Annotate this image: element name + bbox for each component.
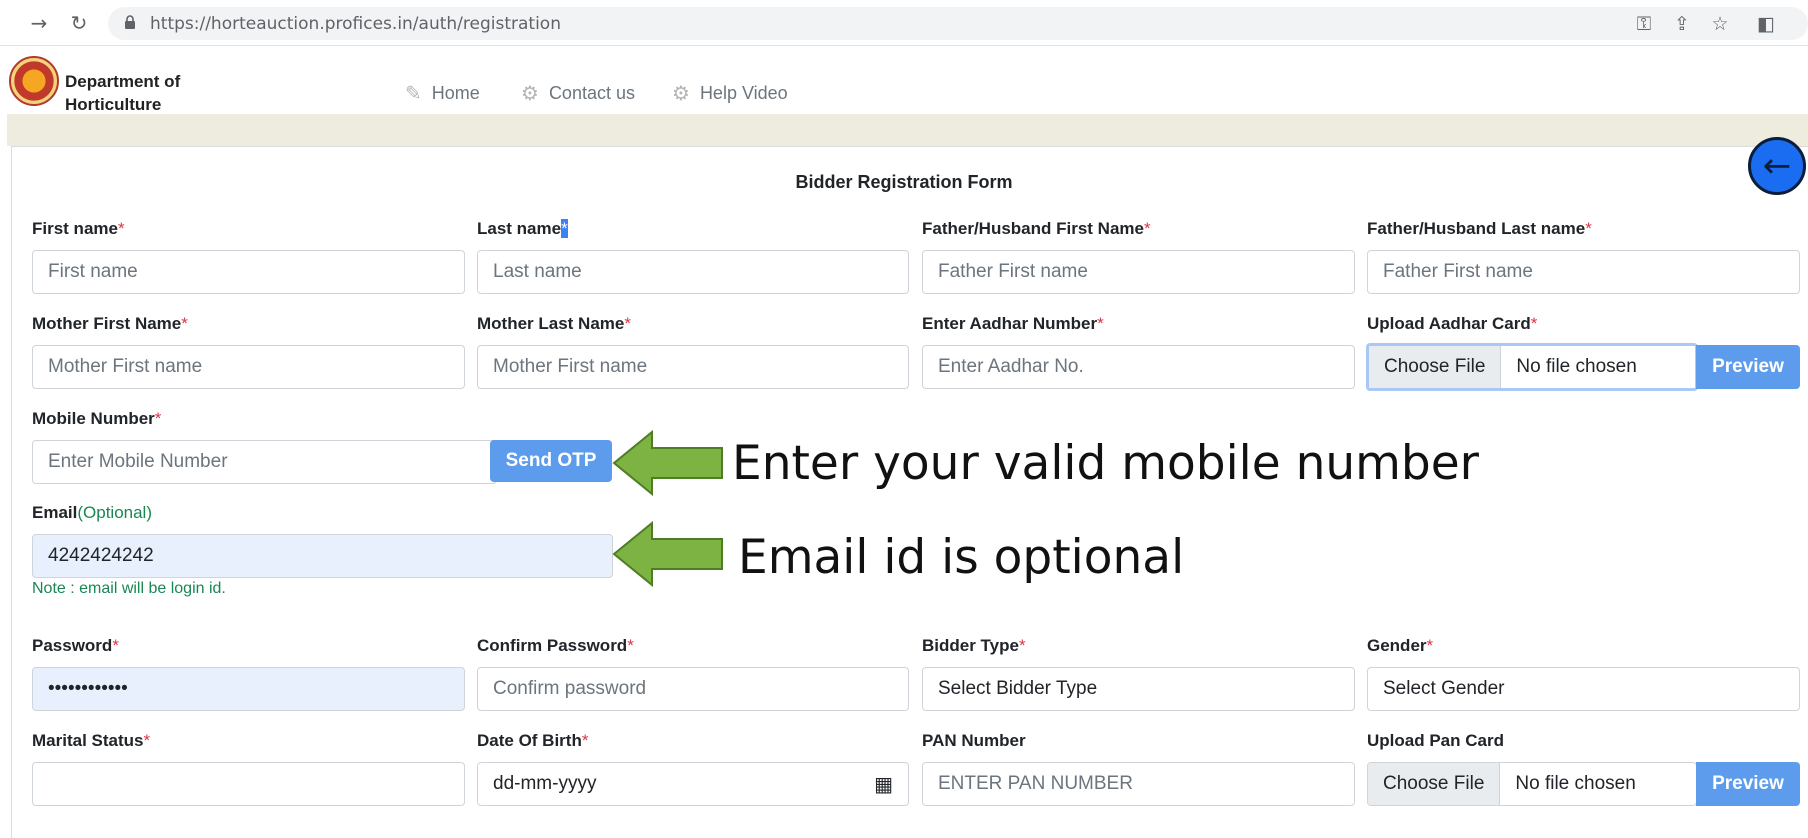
last-name-label: Last name* — [477, 219, 568, 238]
confirm-password-input[interactable]: Confirm password — [477, 667, 909, 711]
site-header: Department of Horticulture ✎ Home ⚙ Cont… — [7, 46, 1808, 114]
key-icon[interactable]: ⚿ — [1632, 12, 1656, 36]
address-bar[interactable]: https://horteauction.profices.in/auth/re… — [108, 7, 1808, 40]
first-name-label: First name* — [32, 219, 125, 238]
bidder-type-select[interactable]: Select Bidder Type — [922, 667, 1355, 711]
back-button[interactable]: ← — [1748, 137, 1806, 195]
star-icon[interactable]: ☆ — [1708, 12, 1732, 36]
mother-first-input[interactable]: Mother First name — [32, 345, 465, 389]
father-first-label: Father/Husband First Name* — [922, 219, 1151, 238]
father-last-label: Father/Husband Last name* — [1367, 219, 1592, 238]
email-hint-annotation: Email id is optional — [738, 530, 1185, 585]
aadhar-number-label: Enter Aadhar Number* — [922, 314, 1104, 333]
url-text[interactable]: https://horteauction.profices.in/auth/re… — [150, 14, 561, 34]
dob-input[interactable]: dd-mm-yyyy ▦ — [477, 762, 909, 806]
send-otp-button[interactable]: Send OTP — [490, 440, 612, 482]
gear-icon: ⚙ — [521, 81, 539, 105]
form-title: Bidder Registration Form — [795, 172, 1013, 192]
sidebar-icon[interactable]: ◧ — [1754, 12, 1778, 36]
share-icon[interactable]: ⇪ — [1670, 12, 1694, 36]
mother-last-label: Mother Last Name* — [477, 314, 631, 333]
pan-preview-button[interactable]: Preview — [1696, 762, 1800, 806]
header-band — [7, 114, 1808, 146]
aadhar-choose-file-button[interactable]: Choose File — [1369, 346, 1502, 388]
nav-help-label: Help Video — [699, 82, 788, 103]
department-logo — [9, 56, 59, 106]
aadhar-file-input[interactable]: Choose File No file chosen — [1366, 343, 1698, 391]
pan-number-input[interactable]: ENTER PAN NUMBER — [922, 762, 1355, 806]
father-first-input[interactable]: Father First name — [922, 250, 1355, 294]
aadhar-preview-button[interactable]: Preview — [1696, 345, 1800, 389]
reload-icon[interactable]: ↻ — [66, 10, 92, 36]
pan-file-input[interactable]: Choose File No file chosen — [1367, 762, 1697, 806]
last-name-input[interactable]: Last name — [477, 250, 909, 294]
lock-icon — [125, 15, 135, 29]
forward-arrow-icon[interactable]: → — [26, 10, 52, 36]
confirm-password-label: Confirm Password* — [477, 636, 634, 655]
arrow-left-icon — [612, 521, 723, 587]
mobile-hint-annotation: Enter your valid mobile number — [732, 436, 1479, 491]
pan-number-label: PAN Number — [922, 731, 1026, 750]
mobile-input[interactable]: Enter Mobile Number — [32, 440, 497, 484]
browser-toolbar: → ↻ https://horteauction.profices.in/aut… — [0, 0, 1808, 46]
aadhar-file-status: No file chosen — [1516, 356, 1637, 377]
nav-contact-label: Contact us — [548, 82, 635, 103]
brand-name: Department of Horticulture — [65, 72, 181, 114]
nav-home[interactable]: ✎ Home — [405, 81, 480, 105]
bidder-type-label: Bidder Type* — [922, 636, 1026, 655]
email-note: Note : email will be login id. — [32, 580, 226, 597]
dob-label: Date Of Birth* — [477, 731, 589, 750]
marital-status-select[interactable] — [32, 762, 465, 806]
dob-placeholder: dd-mm-yyyy — [493, 773, 597, 794]
edit-icon: ✎ — [405, 81, 422, 105]
marital-status-label: Marital Status* — [32, 731, 151, 750]
back-arrow-icon: ← — [1762, 146, 1792, 186]
nav-help-video[interactable]: ⚙ Help Video — [672, 81, 788, 105]
mother-last-input[interactable]: Mother First name — [477, 345, 909, 389]
pan-card-label: Upload Pan Card — [1367, 731, 1504, 750]
password-label: Password* — [32, 636, 119, 655]
father-last-input[interactable]: Father First name — [1367, 250, 1800, 294]
email-label: Email(Optional) — [32, 503, 152, 522]
first-name-input[interactable]: First name — [32, 250, 465, 294]
calendar-icon[interactable]: ▦ — [874, 772, 893, 796]
pan-file-status: No file chosen — [1515, 773, 1636, 794]
mother-first-label: Mother First Name* — [32, 314, 188, 333]
gear-icon: ⚙ — [672, 81, 690, 105]
aadhar-card-label: Upload Aadhar Card* — [1367, 314, 1538, 333]
nav-home-label: Home — [431, 82, 480, 103]
password-input[interactable]: •••••••••••• — [32, 667, 465, 711]
nav-contact[interactable]: ⚙ Contact us — [521, 81, 635, 105]
arrow-left-icon — [612, 430, 723, 496]
mobile-label: Mobile Number* — [32, 409, 162, 428]
gender-label: Gender* — [1367, 636, 1434, 655]
email-input[interactable]: 4242424242 — [32, 534, 613, 578]
pan-choose-file-button[interactable]: Choose File — [1368, 763, 1501, 805]
gender-select[interactable]: Select Gender — [1367, 667, 1800, 711]
aadhar-number-input[interactable]: Enter Aadhar No. — [922, 345, 1355, 389]
